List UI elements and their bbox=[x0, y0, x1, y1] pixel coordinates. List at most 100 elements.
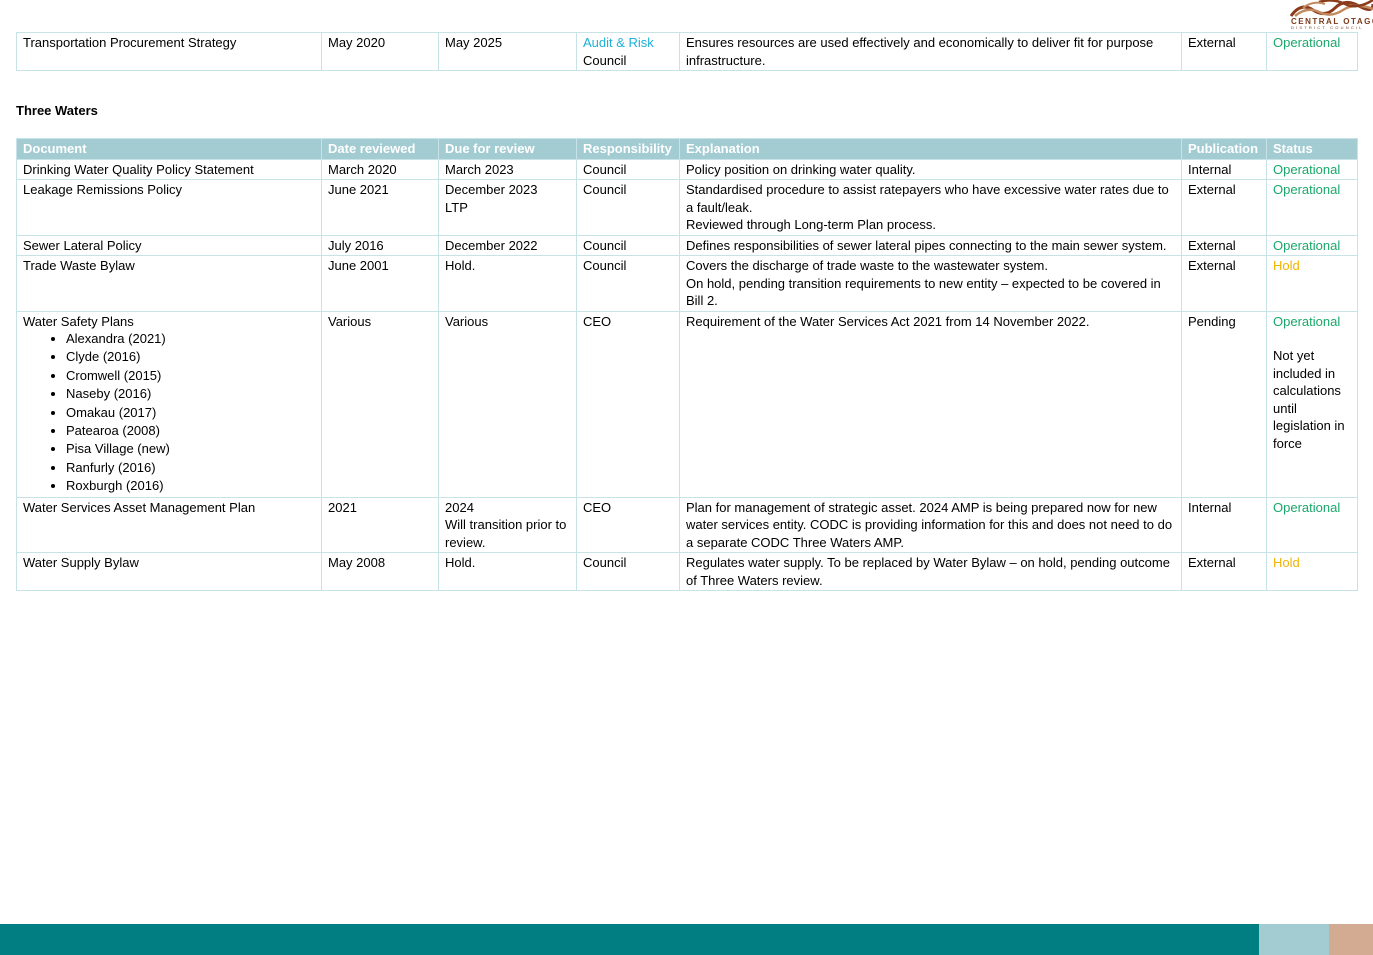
responsibility-cell: Council bbox=[576, 552, 680, 592]
status-cell: Operational bbox=[1266, 158, 1358, 180]
document-cell: Water Supply Bylaw bbox=[16, 552, 322, 592]
explanation-cell: Policy position on drinking water qualit… bbox=[679, 158, 1182, 180]
header-explanation: Explanation bbox=[679, 138, 1182, 160]
explanation-cell: Standardised procedure to assist ratepay… bbox=[679, 179, 1182, 236]
logo-subtitle: DISTRICT COUNCIL bbox=[1291, 25, 1364, 30]
due-for-review-note: Will transition prior to review. bbox=[445, 517, 567, 550]
explanation-cell: Defines responsibilities of sewer latera… bbox=[679, 234, 1182, 256]
header-date-reviewed: Date reviewed bbox=[321, 138, 439, 160]
publication-cell: Internal bbox=[1181, 496, 1267, 554]
date-reviewed-cell: July 2016 bbox=[321, 234, 439, 256]
status-cell: Operational bbox=[1266, 32, 1358, 71]
audit-risk-link[interactable]: Audit & Risk bbox=[583, 35, 654, 50]
document-text: Water Safety Plans bbox=[23, 313, 134, 329]
table-row: Drinking Water Quality Policy Statement … bbox=[16, 158, 1358, 180]
document-cell: Water Services Asset Management Plan bbox=[16, 496, 322, 554]
header-due-for-review: Due for review bbox=[438, 138, 577, 160]
status-text: Operational bbox=[1273, 313, 1341, 329]
header-status: Status bbox=[1266, 138, 1358, 160]
explanation-text: Covers the discharge of trade waste to t… bbox=[686, 258, 1049, 273]
due-for-review-cell: December 2022 bbox=[438, 234, 577, 256]
status-cell: Operational bbox=[1266, 496, 1358, 554]
status-note: Not yet included in calculations until l… bbox=[1273, 348, 1345, 451]
logo-waves-icon bbox=[1289, 0, 1373, 17]
explanation-cell: Covers the discharge of trade waste to t… bbox=[679, 255, 1182, 312]
explanation-cell: Plan for management of strategic asset. … bbox=[679, 496, 1182, 554]
explanation-text: Standardised procedure to assist ratepay… bbox=[686, 182, 1169, 215]
document-cell: Drinking Water Quality Policy Statement bbox=[16, 158, 322, 180]
status-cell: Operational bbox=[1266, 234, 1358, 256]
water-safety-plan-list: Alexandra (2021) Clyde (2016) Cromwell (… bbox=[23, 330, 315, 496]
explanation-note: Reviewed through Long-term Plan process. bbox=[686, 217, 937, 232]
responsibility-cell: Council bbox=[576, 234, 680, 256]
explanation-note: On hold, pending transition requirements… bbox=[686, 275, 1161, 309]
due-for-review-cell: Hold. bbox=[438, 552, 577, 592]
date-reviewed-cell: Various bbox=[321, 310, 439, 498]
responsibility-cell: Audit & Risk Council bbox=[576, 32, 680, 71]
explanation-cell: Requirement of the Water Services Act 20… bbox=[679, 310, 1182, 498]
publication-cell: External bbox=[1181, 32, 1267, 71]
list-item: Roxburgh (2016) bbox=[66, 477, 315, 495]
table-row: Trade Waste Bylaw June 2001 Hold. Counci… bbox=[16, 255, 1358, 312]
transport-table: Transportation Procurement Strategy May … bbox=[16, 32, 1358, 71]
footer-teal-block bbox=[0, 924, 1259, 955]
due-for-review-cell: December 2023 LTP bbox=[438, 179, 577, 236]
document-cell: Transportation Procurement Strategy bbox=[16, 32, 322, 71]
footer-tan-block bbox=[1329, 924, 1373, 955]
list-item: Alexandra (2021) bbox=[66, 330, 315, 348]
responsibility-cell: Council bbox=[576, 179, 680, 236]
due-for-review-cell: Hold. bbox=[438, 255, 577, 312]
list-item: Pisa Village (new) bbox=[66, 440, 315, 458]
date-reviewed-cell: May 2020 bbox=[321, 32, 439, 71]
date-reviewed-cell: June 2021 bbox=[321, 179, 439, 236]
publication-cell: External bbox=[1181, 552, 1267, 592]
document-cell: Trade Waste Bylaw bbox=[16, 255, 322, 312]
table-row: Leakage Remissions Policy June 2021 Dece… bbox=[16, 179, 1358, 236]
due-for-review-cell: March 2023 bbox=[438, 158, 577, 180]
date-reviewed-cell: June 2001 bbox=[321, 255, 439, 312]
date-reviewed-cell: March 2020 bbox=[321, 158, 439, 180]
responsibility-cell: Council bbox=[576, 255, 680, 312]
due-for-review-cell: Various bbox=[438, 310, 577, 498]
list-item: Cromwell (2015) bbox=[66, 367, 315, 385]
list-item: Ranfurly (2016) bbox=[66, 459, 315, 477]
publication-cell: External bbox=[1181, 255, 1267, 312]
table-header-row: Document Date reviewed Due for review Re… bbox=[16, 138, 1358, 160]
publication-cell: External bbox=[1181, 179, 1267, 236]
table-row: Transportation Procurement Strategy May … bbox=[16, 32, 1358, 71]
due-for-review-cell: May 2025 bbox=[438, 32, 577, 71]
status-cell: Operational bbox=[1266, 179, 1358, 236]
due-for-review-note: LTP bbox=[445, 199, 468, 215]
table-row: Water Supply Bylaw May 2008 Hold. Counci… bbox=[16, 552, 1358, 592]
footer-band bbox=[0, 924, 1373, 955]
list-item: Omakau (2017) bbox=[66, 404, 315, 422]
three-waters-table: Document Date reviewed Due for review Re… bbox=[16, 138, 1358, 592]
explanation-cell: Regulates water supply. To be replaced b… bbox=[679, 552, 1182, 592]
date-reviewed-cell: May 2008 bbox=[321, 552, 439, 592]
responsibility-text: Council bbox=[583, 52, 627, 68]
document-cell: Sewer Lateral Policy bbox=[16, 234, 322, 256]
table-row: Water Services Asset Management Plan 202… bbox=[16, 496, 1358, 554]
explanation-cell: Ensures resources are used effectively a… bbox=[679, 32, 1182, 71]
status-cell: Hold bbox=[1266, 552, 1358, 592]
status-cell: Hold bbox=[1266, 255, 1358, 312]
list-item: Clyde (2016) bbox=[66, 348, 315, 366]
publication-cell: Internal bbox=[1181, 158, 1267, 180]
date-reviewed-cell: 2021 bbox=[321, 496, 439, 554]
responsibility-cell: CEO bbox=[576, 496, 680, 554]
due-for-review-cell: 2024 Will transition prior to review. bbox=[438, 496, 577, 554]
table-row: Sewer Lateral Policy July 2016 December … bbox=[16, 234, 1358, 256]
publication-cell: External bbox=[1181, 234, 1267, 256]
table-row: Water Safety Plans Alexandra (2021) Clyd… bbox=[16, 310, 1358, 498]
council-logo: CENTRAL OTAGO DISTRICT COUNCIL bbox=[1289, 0, 1373, 32]
publication-cell: Pending bbox=[1181, 310, 1267, 498]
list-item: Patearoa (2008) bbox=[66, 422, 315, 440]
footer-light-block bbox=[1259, 924, 1329, 955]
due-for-review-text: December 2023 bbox=[445, 182, 538, 197]
responsibility-cell: CEO bbox=[576, 310, 680, 498]
list-item: Naseby (2016) bbox=[66, 385, 315, 403]
status-cell: Operational Not yet included in calculat… bbox=[1266, 310, 1358, 498]
document-cell: Leakage Remissions Policy bbox=[16, 179, 322, 236]
document-cell: Water Safety Plans Alexandra (2021) Clyd… bbox=[16, 310, 322, 498]
responsibility-cell: Council bbox=[576, 158, 680, 180]
